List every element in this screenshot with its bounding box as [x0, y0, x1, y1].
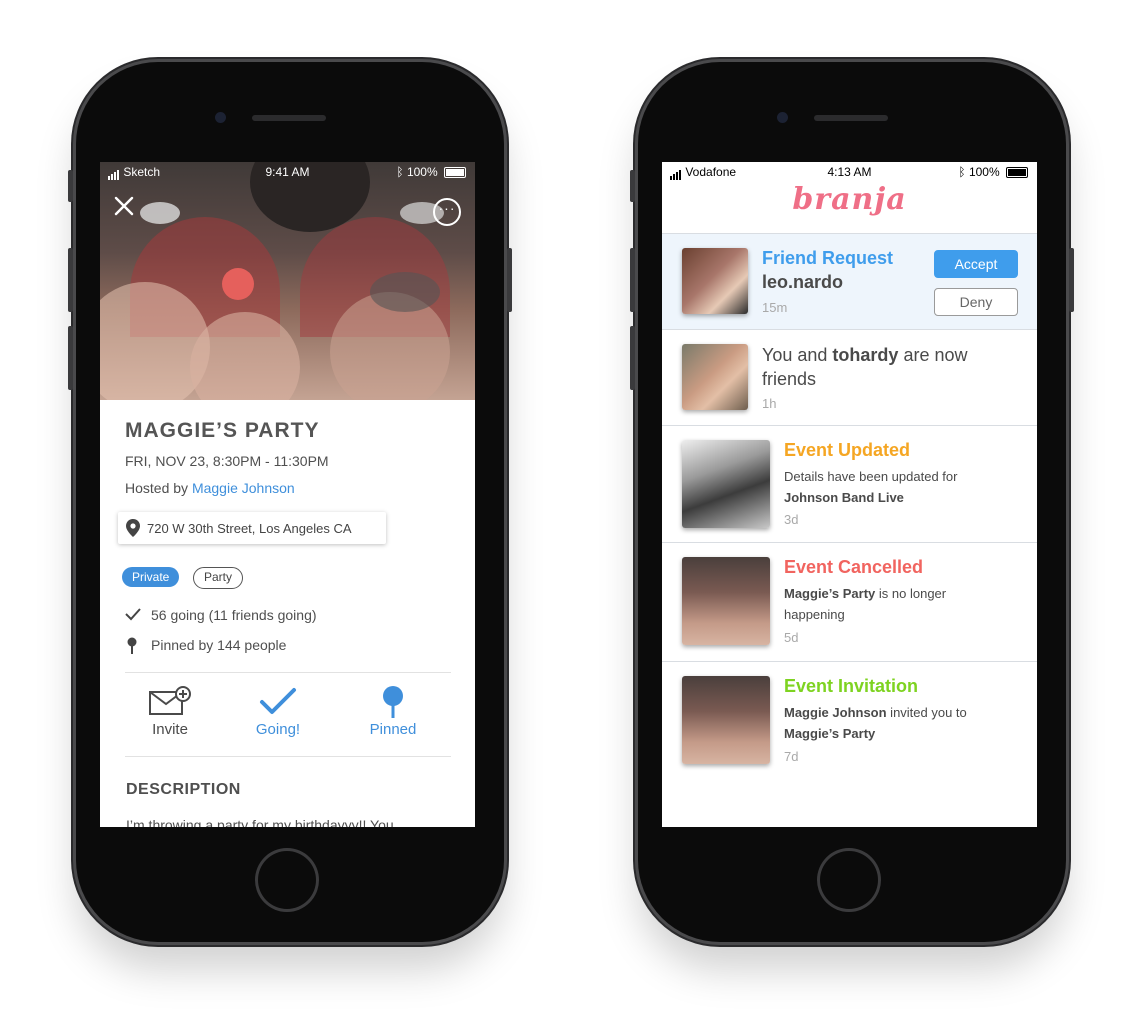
update-text: Details have been updated for	[784, 469, 958, 484]
going-label: Going!	[255, 721, 301, 738]
description-text: I’m throwing a party for my birthdayyy!!…	[126, 817, 394, 827]
notification-friend-request[interactable]: Friend Request leo.nardo 15m Accept Deny	[662, 234, 1037, 330]
deny-button[interactable]: Deny	[934, 288, 1018, 316]
power-button	[507, 248, 512, 312]
battery-icon	[1006, 167, 1028, 179]
notification-new-friend[interactable]: You and tohardy are now friends 1h	[662, 330, 1037, 426]
notification-text: Maggie Johnson invited you to Maggie’s Pa…	[784, 702, 1014, 744]
notification-text: Maggie’s Party is no longer happening	[784, 583, 984, 625]
event-name: Maggie’s Party	[784, 726, 876, 741]
going-count-row: 56 going (11 friends going)	[125, 607, 317, 624]
close-button[interactable]	[110, 192, 138, 220]
check-icon	[125, 608, 141, 621]
notification-title: Friend Request	[762, 248, 894, 268]
notification-event-cancelled[interactable]: Event Cancelled Maggie’s Party is no lon…	[662, 543, 1037, 662]
volume-down-button	[68, 326, 73, 390]
notification-time: 5d	[784, 630, 799, 645]
status-bar: Vodafone 4:13 AM ᛒ 100%	[662, 162, 1037, 182]
battery-icon	[444, 167, 466, 179]
phone-left: Sketch 9:41 AM ᛒ 100% ··· MAGGIE’S PARTY…	[68, 62, 512, 942]
notification-text: You and tohardy are now friends	[762, 343, 1012, 391]
battery-status: ᛒ 100%	[958, 165, 1028, 179]
pinned-count-row: Pinned by 144 people	[125, 637, 286, 658]
going-check-icon	[260, 688, 296, 714]
going-button[interactable]: Going!	[238, 685, 318, 738]
event-thumbnail-maggies-party	[682, 557, 770, 645]
notification-event-invitation[interactable]: Event Invitation Maggie Johnson invited …	[662, 662, 1037, 780]
event-thumbnail-maggies-party	[682, 676, 770, 764]
hosted-by-label: Hosted by	[125, 480, 189, 496]
notification-time: 15m	[762, 300, 788, 315]
mute-switch	[630, 170, 635, 202]
invite-text: invited you to	[886, 705, 967, 720]
status-bar: Sketch 9:41 AM ᛒ 100%	[100, 162, 475, 182]
pinned-count: Pinned by 144 people	[151, 637, 287, 653]
event-date: FRI, NOV 23, 8:30PM - 11:30PM	[125, 453, 329, 469]
bluetooth-icon: ᛒ	[958, 165, 966, 179]
notification-event-updated[interactable]: Event Updated Details have been updated …	[662, 426, 1037, 543]
volume-up-button	[68, 248, 73, 312]
home-button[interactable]	[817, 848, 881, 912]
earpiece-speaker	[814, 115, 888, 121]
invite-label: Invite	[152, 721, 188, 738]
pinned-button[interactable]: Pinned	[353, 685, 433, 738]
tag-party[interactable]: Party	[193, 567, 244, 589]
tag-private[interactable]: Private	[122, 567, 180, 587]
invite-envelope-icon	[149, 686, 191, 715]
divider-bottom	[125, 756, 451, 757]
address-card[interactable]: 720 W 30th Street, Los Angeles CA	[118, 512, 386, 544]
event-cover-photo: Sketch 9:41 AM ᛒ 100% ···	[100, 162, 475, 400]
notification-time: 7d	[784, 749, 799, 764]
home-button[interactable]	[255, 848, 319, 912]
accept-button[interactable]: Accept	[934, 250, 1018, 278]
avatar-leo-nardo	[682, 248, 748, 314]
text-prefix: You and	[762, 345, 833, 365]
avatar-tohardy	[682, 344, 748, 410]
address-text: 720 W 30th Street, Los Angeles CA	[147, 521, 352, 536]
invite-button[interactable]: Invite	[130, 685, 210, 738]
notification-title: Event Updated	[784, 440, 911, 460]
battery-percent: 100%	[968, 165, 1000, 179]
more-icon[interactable]: ···	[433, 198, 461, 226]
close-icon	[114, 196, 134, 216]
description-heading: DESCRIPTION	[126, 781, 241, 798]
battery-status: ᛒ 100%	[396, 165, 466, 179]
pinned-icon	[383, 686, 403, 718]
event-name: Johnson Band Live	[784, 490, 904, 505]
app-logo: branja	[792, 182, 907, 217]
pin-icon	[127, 637, 137, 654]
map-pin-icon	[126, 519, 140, 537]
notification-title: Event Invitation	[784, 676, 919, 696]
pinned-label: Pinned	[369, 721, 417, 738]
power-button	[1069, 248, 1074, 312]
notification-username: leo.nardo	[762, 272, 844, 292]
going-count: 56 going (11 friends going)	[151, 607, 317, 623]
earpiece-speaker	[252, 115, 326, 121]
phone-right: Vodafone 4:13 AM ᛒ 100% branja Friend Re…	[630, 62, 1074, 942]
host-link[interactable]: Maggie Johnson	[192, 480, 295, 496]
volume-down-button	[630, 326, 635, 390]
friend-username: tohardy	[832, 345, 899, 365]
front-camera	[215, 112, 226, 123]
notification-title: Event Cancelled	[784, 557, 924, 577]
event-thumbnail-johnson-band	[682, 440, 770, 528]
volume-up-button	[630, 248, 635, 312]
notification-time: 3d	[784, 512, 799, 527]
bluetooth-icon: ᛒ	[396, 165, 404, 179]
notification-time: 1h	[762, 396, 777, 411]
host-line: Hosted by Maggie Johnson	[125, 480, 295, 496]
notifications-screen: Vodafone 4:13 AM ᛒ 100% branja Friend Re…	[662, 162, 1037, 827]
front-camera	[777, 112, 788, 123]
inviter-name: Maggie Johnson	[784, 705, 887, 720]
battery-percent: 100%	[406, 165, 438, 179]
event-detail-screen: Sketch 9:41 AM ᛒ 100% ··· MAGGIE’S PARTY…	[100, 162, 475, 827]
mute-switch	[68, 170, 73, 202]
event-name: Maggie’s Party	[784, 586, 876, 601]
divider-top	[125, 672, 451, 673]
notification-text: Details have been updated for Johnson Ban…	[784, 466, 1014, 508]
event-title: MAGGIE’S PARTY	[125, 419, 320, 442]
